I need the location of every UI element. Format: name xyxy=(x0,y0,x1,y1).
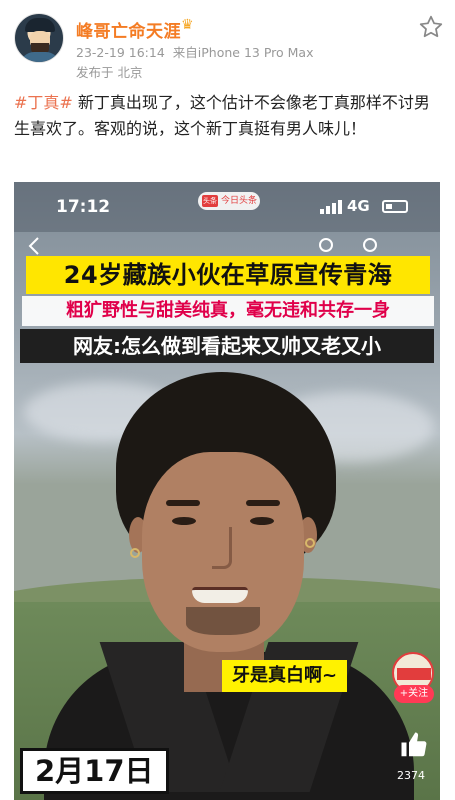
eyebrow-right xyxy=(246,500,280,506)
date-stamp: 2月17日 xyxy=(20,748,169,794)
follow-button[interactable]: +关注 xyxy=(394,685,434,703)
avatar-hat xyxy=(25,18,55,32)
username[interactable]: 峰哥亡命天涯 xyxy=(76,17,181,42)
author-avatar-banner xyxy=(397,668,431,680)
network-type: 4G xyxy=(347,197,370,215)
caption-line-3: 网友:怎么做到看起来又帅又老又小 xyxy=(20,329,434,363)
person-stubble xyxy=(186,607,260,635)
app-badge-label: 今日头条 xyxy=(221,196,258,206)
earring-left xyxy=(130,548,140,558)
battery-icon xyxy=(382,200,408,213)
vip-crown-icon: ♛ xyxy=(181,17,194,33)
post-timestamp: 23-2-19 16:14 xyxy=(76,45,165,60)
thumbs-up-icon[interactable] xyxy=(399,730,429,760)
app-badge: 头条 今日头条 xyxy=(198,192,260,210)
avatar-coat xyxy=(20,52,60,62)
person-nose xyxy=(212,527,232,569)
favorite-star-icon[interactable] xyxy=(418,14,444,40)
eye-left xyxy=(172,517,196,525)
caption-line-1: 24岁藏族小伙在草原宣传青海 xyxy=(26,256,430,294)
post-body-text: 新丁真出现了，这个估计不会像老丁真那样不讨男生喜欢了。客观的说，这个新丁真挺有男… xyxy=(14,93,430,138)
caption-line-2: 粗犷野性与甜美纯真，毫无违和共存一身 xyxy=(22,296,434,326)
signal-bars-icon xyxy=(320,200,342,214)
hashtag-link[interactable]: #丁真# xyxy=(14,93,73,112)
app-badge-logo: 头条 xyxy=(202,195,218,207)
status-time: 17:12 xyxy=(56,197,111,217)
post-location: 发布于 北京 xyxy=(76,65,143,80)
post-image[interactable]: 17:12 头条 今日头条 4G 24岁藏族小伙在草原宣传青海 粗犷野性与甜美纯… xyxy=(14,182,440,800)
user-avatar[interactable] xyxy=(14,13,64,63)
eye-right xyxy=(250,517,274,525)
post-body: #丁真# 新丁真出现了，这个估计不会像老丁真那样不讨男生喜欢了。客观的说，这个新… xyxy=(14,90,442,142)
person-mouth xyxy=(192,587,248,603)
post-meta: 23-2-19 16:14 来自iPhone 13 Pro Max xyxy=(76,42,313,61)
like-count: 2374 xyxy=(397,769,425,782)
video-nav-icons xyxy=(28,237,377,255)
phone-status-bar: 17:12 头条 今日头条 4G xyxy=(14,182,440,232)
eyebrow-left xyxy=(166,500,200,506)
post-source: 来自iPhone 13 Pro Max xyxy=(172,45,314,60)
earring-right xyxy=(305,538,315,548)
subtitle-caption: 牙是真白啊~ xyxy=(222,660,348,692)
